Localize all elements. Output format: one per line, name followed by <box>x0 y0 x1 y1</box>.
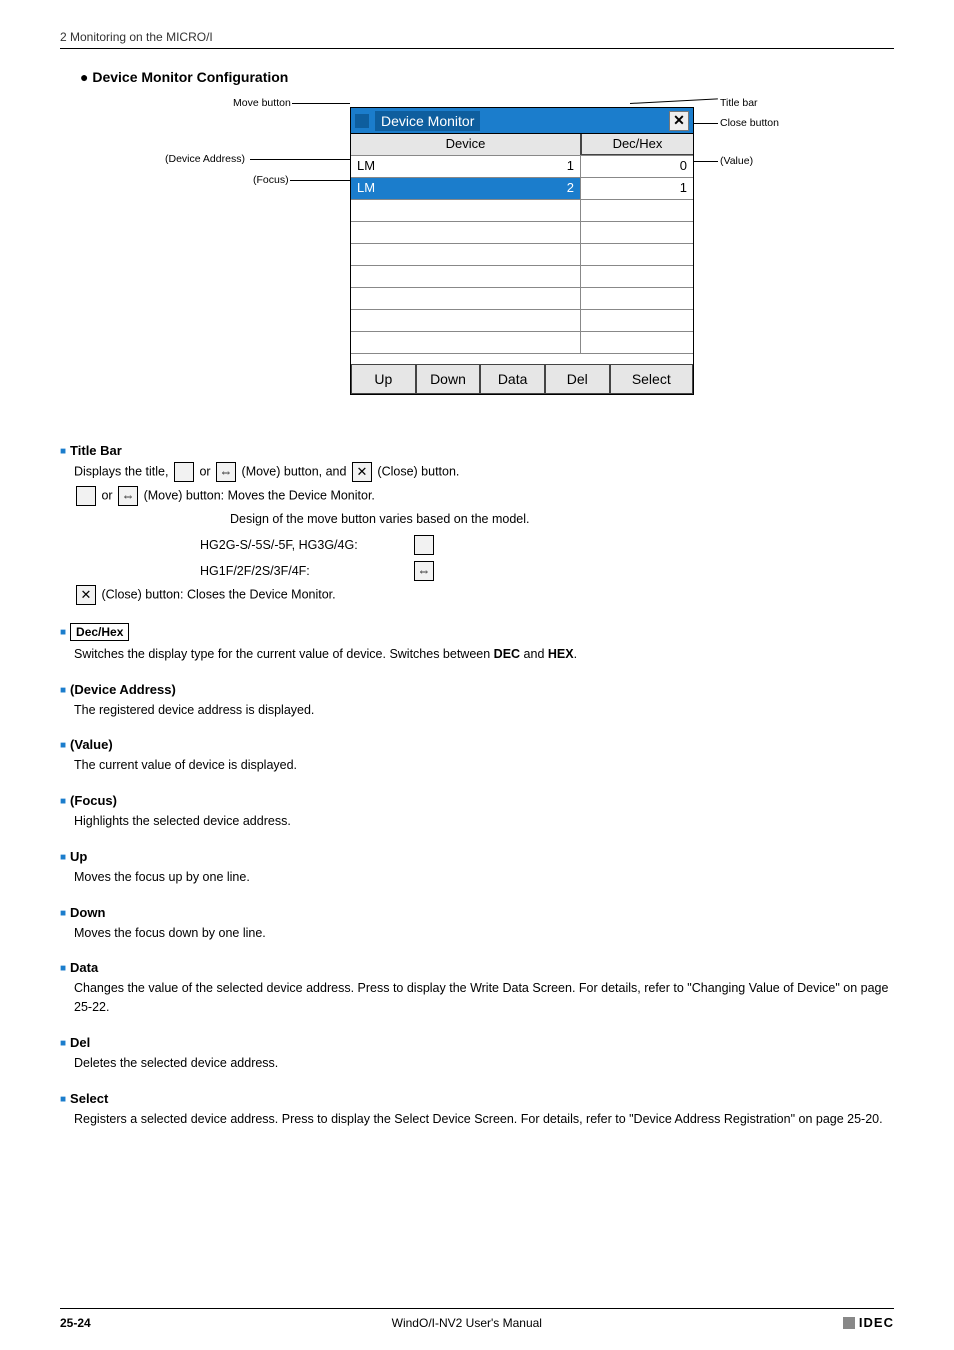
data-button[interactable]: Data <box>480 364 545 394</box>
cell-num: 1 <box>567 158 574 175</box>
window-title: Device Monitor <box>375 111 480 131</box>
def-up-text: Moves the focus up by one line. <box>74 868 894 887</box>
cell-addr: LM <box>357 158 375 175</box>
down-button[interactable]: Down <box>416 364 481 394</box>
def-del-text: Deletes the selected device address. <box>74 1054 894 1073</box>
def-title-bar-heading: ■Title Bar <box>60 443 894 458</box>
def-device-address-text: The registered device address is display… <box>74 701 894 720</box>
manual-title: WindO/I-NV2 User's Manual <box>392 1316 542 1330</box>
def-device-address-heading: ■(Device Address) <box>60 682 894 697</box>
def-dechex-heading: ■Dec/Hex <box>60 623 894 641</box>
page-header: 2 Monitoring on the MICRO/I <box>60 30 894 49</box>
close-icon: ✕ <box>76 585 96 605</box>
def-focus-text: Highlights the selected device address. <box>74 812 894 831</box>
def-down-heading: ■Down <box>60 905 894 920</box>
def-select-text: Registers a selected device address. Pre… <box>74 1110 894 1129</box>
def-value-text: The current value of device is displayed… <box>74 756 894 775</box>
header-dechex[interactable]: Dec/Hex <box>581 134 693 155</box>
move-icon-arrows: ⇔ <box>414 561 434 581</box>
device-monitor-window: Device Monitor ✕ Device Dec/Hex LM 1 0 LM… <box>350 107 694 395</box>
cell-addr: LM <box>357 180 375 197</box>
move-icon-arrows: ⇔ <box>216 462 236 482</box>
callout-title-bar: Title bar <box>720 97 758 109</box>
select-button[interactable]: Select <box>610 364 693 394</box>
def-up-heading: ■Up <box>60 849 894 864</box>
def-data-heading: ■Data <box>60 960 894 975</box>
def-down-text: Moves the focus down by one line. <box>74 924 894 943</box>
callout-focus: (Focus) <box>253 174 289 186</box>
brand-logo: IDEC <box>843 1315 894 1330</box>
move-handle[interactable] <box>355 114 369 128</box>
def-focus-heading: ■(Focus) <box>60 793 894 808</box>
diagram-area: Move button (Device Address) (Focus) Tit… <box>60 95 894 425</box>
move-icon-plain <box>414 535 434 555</box>
grid-header: Device Dec/Hex <box>351 134 693 156</box>
section-title: ● Device Monitor Configuration <box>80 69 894 85</box>
table-row[interactable] <box>351 222 693 244</box>
table-row[interactable] <box>351 200 693 222</box>
table-row[interactable] <box>351 332 693 354</box>
header-device: Device <box>351 134 581 155</box>
callout-close-button: Close button <box>720 117 779 129</box>
cell-val: 1 <box>581 178 693 199</box>
page-footer: 25-24 WindO/I-NV2 User's Manual IDEC <box>60 1308 894 1330</box>
table-row[interactable]: LM 1 0 <box>351 156 693 178</box>
def-data-text: Changes the value of the selected device… <box>74 979 894 1017</box>
def-value-heading: ■(Value) <box>60 737 894 752</box>
close-icon[interactable]: ✕ <box>669 111 689 131</box>
del-button[interactable]: Del <box>545 364 610 394</box>
def-close-desc: ✕ (Close) button: Closes the Device Moni… <box>74 585 894 605</box>
model-row-a: HG2G-S/-5S/-5F, HG3G/4G: <box>200 535 894 555</box>
callout-value: (Value) <box>720 155 753 167</box>
table-row[interactable] <box>351 266 693 288</box>
table-row[interactable] <box>351 310 693 332</box>
def-move-desc: or ⇔ (Move) button: Moves the Device Mon… <box>74 486 894 506</box>
table-row[interactable] <box>351 244 693 266</box>
page-number: 25-24 <box>60 1316 91 1330</box>
up-button[interactable]: Up <box>351 364 416 394</box>
callout-device-address: (Device Address) <box>165 153 245 165</box>
def-del-heading: ■Del <box>60 1035 894 1050</box>
move-icon-plain <box>174 462 194 482</box>
def-dechex-text: Switches the display type for the curren… <box>74 645 894 664</box>
model-row-b: HG1F/2F/2S/3F/4F: ⇔ <box>200 561 894 581</box>
move-icon-plain <box>76 486 96 506</box>
callout-move-button: Move button <box>233 97 291 109</box>
def-design-note: Design of the move button varies based o… <box>230 510 894 529</box>
cell-val: 0 <box>581 156 693 177</box>
table-row[interactable] <box>351 288 693 310</box>
table-row-focused[interactable]: LM 2 1 <box>351 178 693 200</box>
def-title-bar-line1: Displays the title, or ⇔ (Move) button, … <box>74 462 894 482</box>
cell-num: 2 <box>567 180 574 197</box>
close-icon: ✕ <box>352 462 372 482</box>
move-icon-arrows: ⇔ <box>118 486 138 506</box>
device-monitor-titlebar[interactable]: Device Monitor ✕ <box>351 108 693 134</box>
def-select-heading: ■Select <box>60 1091 894 1106</box>
